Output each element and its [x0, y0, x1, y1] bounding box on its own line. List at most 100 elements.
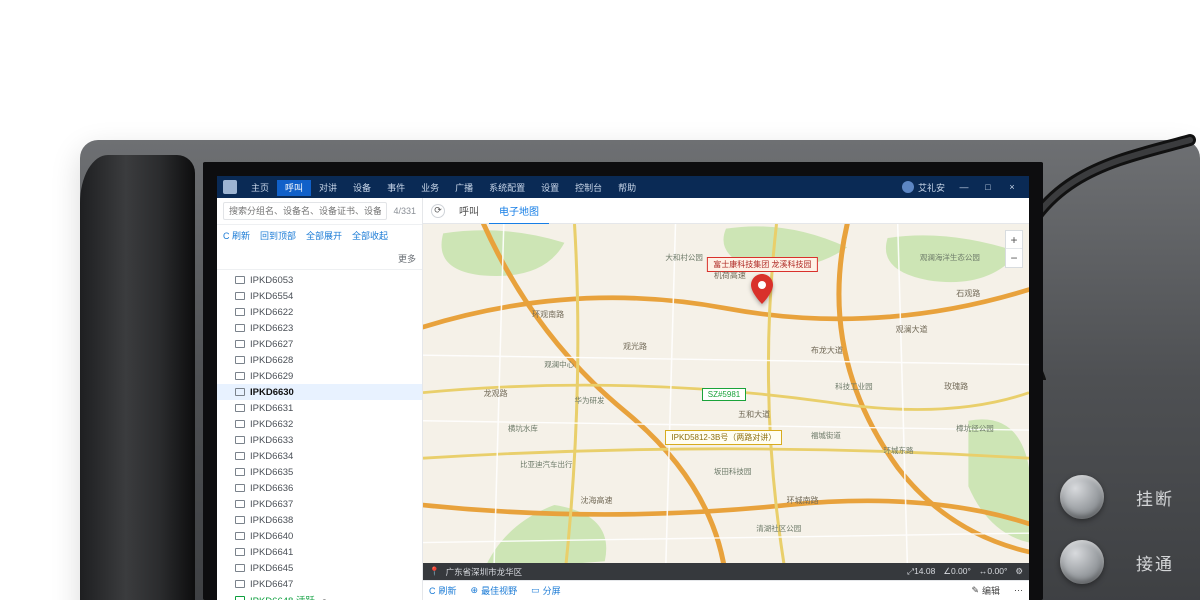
menu-item-5[interactable]: 业务 — [413, 180, 447, 196]
reload-icon[interactable]: ⟳ — [431, 204, 445, 218]
device-row[interactable]: IPKD6629 — [217, 368, 422, 384]
window-minimize-icon[interactable]: — — [953, 182, 975, 192]
road-label: 龙观路 — [484, 388, 508, 399]
device-row[interactable]: IPKD6641 — [217, 544, 422, 560]
phone-handset[interactable] — [80, 155, 195, 600]
poi-label: 环城东路 — [884, 445, 914, 456]
user-chip[interactable]: 艾礼安 — [902, 181, 945, 194]
device-row[interactable]: IPKD6622 — [217, 304, 422, 320]
answer-button[interactable] — [1060, 540, 1104, 584]
device-id: IPKD6634 — [250, 451, 293, 462]
content-tabs: ⟳ 呼叫电子地图 — [423, 198, 1029, 224]
poi-label: 观澜海洋生态公园 — [920, 252, 980, 263]
zoom-out-button[interactable]: − — [1006, 249, 1022, 267]
road-label: 观光路 — [623, 341, 647, 352]
device-icon — [235, 436, 245, 444]
search-bar: 4/331 — [217, 198, 422, 225]
app-logo-icon — [223, 180, 237, 194]
device-icon — [235, 276, 245, 284]
device-row[interactable]: IPKD6635 — [217, 464, 422, 480]
device-icon — [235, 340, 245, 348]
device-icon — [235, 372, 245, 380]
footer-fit-button[interactable]: ⊕ 最佳视野 — [471, 584, 518, 597]
device-row[interactable]: IPKD6638 — [217, 512, 422, 528]
device-row[interactable]: IPKD6647 — [217, 576, 422, 592]
collapse-all-link[interactable]: 全部收起 — [352, 229, 388, 242]
menu-item-3[interactable]: 设备 — [345, 180, 379, 196]
road-label: 石观路 — [956, 288, 980, 299]
device-list[interactable]: IPKD6053IPKD6554 IPKD6622 IPKD6623 IPKD6627… — [217, 270, 422, 600]
poi-label: 观澜中心 — [544, 359, 574, 370]
zoom-in-button[interactable]: + — [1006, 231, 1022, 249]
device-row[interactable]: IPKD6636 — [217, 480, 422, 496]
menu-item-7[interactable]: 系统配置 — [481, 180, 533, 196]
window-maximize-icon[interactable]: □ — [977, 182, 999, 192]
device-id: IPKD6640 — [250, 531, 293, 542]
device-icon — [235, 324, 245, 332]
map-callout[interactable]: IPKD5812-3B号（两路对讲） — [665, 430, 782, 445]
map-callout[interactable]: SZ#5981 — [702, 388, 746, 401]
device-id: IPKD6622 — [250, 307, 293, 318]
footer-more-icon[interactable]: ⋯ — [1014, 585, 1023, 596]
device-icon — [235, 404, 245, 412]
poi-label: 科技工业园 — [835, 381, 873, 392]
menu-item-6[interactable]: 广播 — [447, 180, 481, 196]
map-pin[interactable]: 富士康科技集团 龙溪科技园 — [751, 274, 773, 309]
device-id: IPKD6623 — [250, 323, 293, 334]
road-label: 玫瑰路 — [944, 381, 968, 392]
device-row[interactable]: IPKD6633 — [217, 432, 422, 448]
road-label: 观澜大道 — [896, 324, 928, 335]
device-row[interactable]: IPKD6632 — [217, 416, 422, 432]
menu-item-4[interactable]: 事件 — [379, 180, 413, 196]
device-row[interactable]: IPKD6627 — [217, 336, 422, 352]
device-id: IPKD6645 — [250, 563, 293, 574]
online-badge: ● — [322, 596, 327, 600]
window-close-icon[interactable]: × — [1001, 182, 1023, 192]
expand-all-link[interactable]: 全部展开 — [306, 229, 342, 242]
device-row[interactable]: IPKD6648 活跃● — [217, 592, 422, 600]
search-input[interactable] — [223, 202, 387, 220]
poi-label: 坂田科技园 — [714, 466, 752, 477]
device-row[interactable]: IPKD6645 — [217, 560, 422, 576]
map-view[interactable]: 富士康科技集团 龙溪科技园 环观南路观光路布龙大道机荷高速沈海高速环城南路观澜大… — [423, 224, 1029, 580]
device-row[interactable]: IPKD6554 — [217, 288, 422, 304]
tab-1[interactable]: 电子地图 — [489, 202, 549, 225]
device-row[interactable]: IPKD6640 — [217, 528, 422, 544]
map-settings-icon[interactable]: ⚙ — [1015, 566, 1023, 577]
device-id: IPKD6635 — [250, 467, 293, 478]
footer-layers-button[interactable]: ▭ 分屏 — [531, 584, 561, 597]
menu-item-0[interactable]: 主页 — [243, 180, 277, 196]
device-id: IPKD6629 — [250, 371, 293, 382]
poi-label: 福城街道 — [811, 430, 841, 441]
device-row[interactable]: IPKD6628 — [217, 352, 422, 368]
menu-item-2[interactable]: 对讲 — [311, 180, 345, 196]
poi-label: 樟坑径公园 — [956, 423, 994, 434]
device-row[interactable]: IPKD6631 — [217, 400, 422, 416]
footer-edit-button[interactable]: ✎ 编辑 — [971, 584, 1000, 597]
road-label: 布龙大道 — [811, 345, 843, 356]
hangup-button[interactable] — [1060, 475, 1104, 519]
device-row[interactable]: IPKD6637 — [217, 496, 422, 512]
menu-item-10[interactable]: 帮助 — [610, 180, 644, 196]
map-lat: ∠0.00° — [943, 566, 971, 577]
device-count: 4/331 — [393, 206, 416, 216]
device-icon — [235, 596, 245, 600]
menu-item-8[interactable]: 设置 — [533, 180, 567, 196]
location-text: 广东省深圳市龙华区 — [446, 566, 523, 578]
device-id: IPKD6632 — [250, 419, 293, 430]
device-row[interactable]: IPKD6623 — [217, 320, 422, 336]
footer-refresh-button[interactable]: C 刷新 — [429, 584, 457, 597]
road-label: 沈海高速 — [581, 495, 613, 506]
refresh-link[interactable]: C 刷新 — [223, 229, 250, 242]
avatar-icon — [902, 181, 914, 193]
device-row[interactable]: IPKD6634 — [217, 448, 422, 464]
menu-item-9[interactable]: 控制台 — [567, 180, 610, 196]
tab-0[interactable]: 呼叫 — [449, 202, 489, 223]
menu-item-1[interactable]: 呼叫 — [277, 180, 311, 196]
answer-label: 接通 — [1136, 550, 1174, 575]
device-icon — [235, 388, 245, 396]
more-link[interactable]: 更多 — [398, 252, 416, 265]
back-to-top-link[interactable]: 回到顶部 — [260, 229, 296, 242]
device-row[interactable]: IPKD6630 — [217, 384, 422, 400]
device-row[interactable]: IPKD6053 — [217, 272, 422, 288]
